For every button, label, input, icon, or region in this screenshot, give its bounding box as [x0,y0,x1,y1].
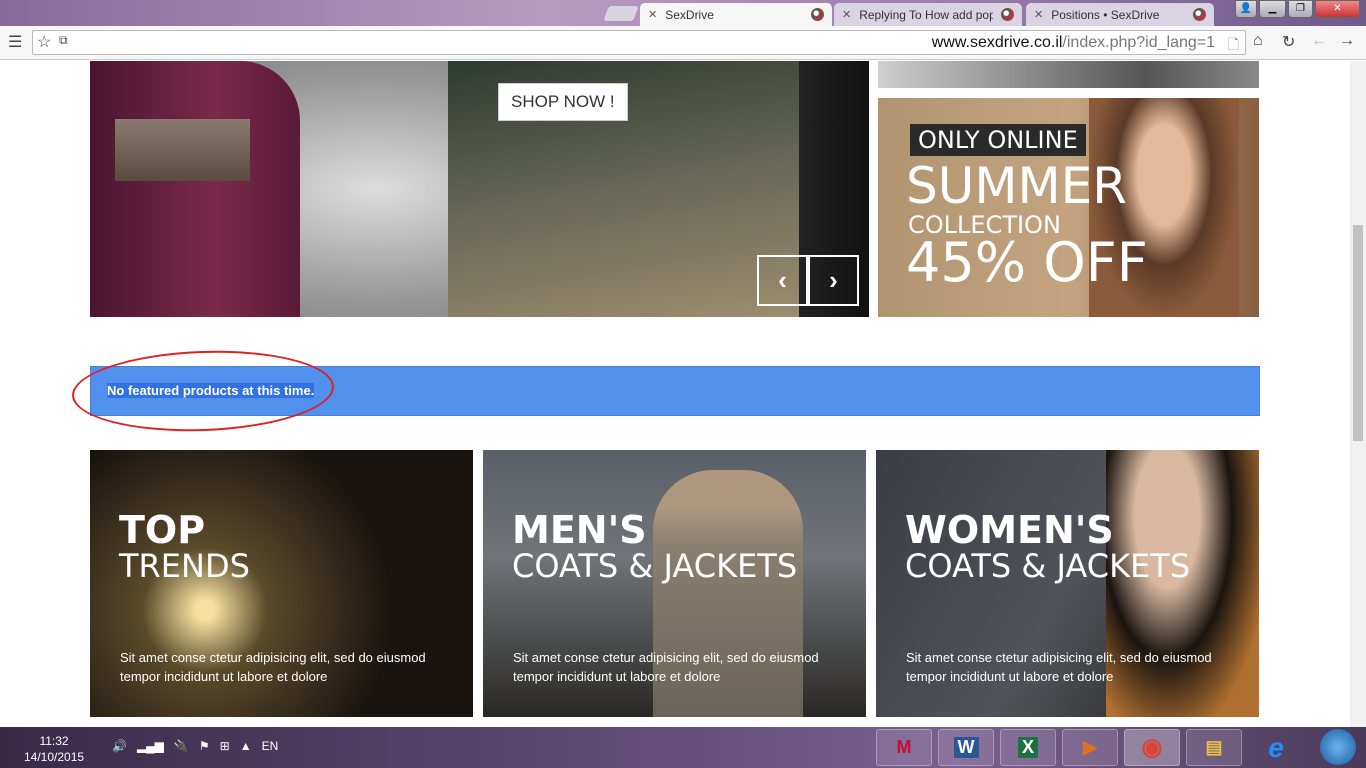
forward-icon[interactable]: → [1339,32,1355,50]
page-icon: 🗋 [1227,36,1239,52]
category-card-mens[interactable]: MEN'S COATS & JACKETS Sit amet conse cte… [483,450,866,717]
taskbar-ie[interactable]: e [1248,729,1304,766]
card-subtitle: TRENDS [119,547,250,585]
tab-title: Positions • SexDrive [1051,7,1160,22]
vertical-scrollbar[interactable] [1350,61,1366,727]
close-tab-icon[interactable]: ✕ [648,8,657,21]
excel-icon: X [1017,737,1038,758]
promo-title: SUMMER [906,157,1127,215]
power-icon[interactable]: 🔌 [174,739,189,753]
category-card-top-trends[interactable]: TOP TRENDS Sit amet conse ctetur adipisi… [90,450,473,717]
clock[interactable]: 11:32 14/10/2015 [24,733,84,765]
bookmark-star-icon[interactable]: ☆ [37,32,51,52]
tab-title: Replying To How add pop [859,7,994,22]
category-card-womens[interactable]: WOMEN'S COATS & JACKETS Sit amet conse c… [876,450,1259,717]
reload-icon[interactable]: ↻ [1282,32,1295,52]
slider-next-button[interactable]: › [808,255,859,306]
home-icon[interactable]: ⌂ [1253,32,1263,50]
folder-icon: ▤ [1205,737,1223,757]
mcafee-icon: M [896,737,912,757]
tab-positions[interactable]: ✕ Positions • SexDrive [1026,3,1214,26]
clock-date: 14/10/2015 [24,750,85,764]
promo-tag: ONLY ONLINE [910,124,1086,156]
clock-time: 11:32 [39,734,69,748]
card-title: WOMEN'S [905,508,1114,552]
favicon-icon [811,8,824,21]
language-indicator[interactable]: EN [262,739,279,753]
back-icon[interactable]: ← [1311,32,1327,50]
annotation-circle [70,346,336,436]
new-tab-button[interactable] [603,6,639,21]
menu-icon[interactable]: ☰ [8,32,22,52]
volume-icon[interactable]: 🔊 [112,739,127,753]
taskbar-explorer[interactable]: ▤ [1186,729,1242,766]
address-bar[interactable]: ☆ ⧉ www.sexdrive.co.il/index.php?id_lang… [32,30,1246,55]
close-tab-icon[interactable]: ✕ [1034,8,1043,21]
taskbar-mcafee[interactable]: M [876,729,932,766]
close-window-button[interactable]: ✕ [1315,0,1360,18]
url-path: /index.php?id_lang=1 [1062,34,1215,51]
close-tab-icon[interactable]: ✕ [842,8,851,21]
card-text: Sit amet conse ctetur adipisicing elit, … [513,650,819,684]
taskbar-chrome[interactable]: ◉ [1124,729,1180,766]
shop-now-button[interactable]: SHOP NOW ! [498,83,628,121]
translate-icon: ⧉ [59,33,68,47]
chrome-icon: ◉ [1141,734,1163,761]
taskbar-excel[interactable]: X [1000,729,1056,766]
action-center-flag-icon[interactable]: ⚑ [199,739,210,753]
tab-sexdrive[interactable]: ✕ SexDrive [640,3,832,26]
word-icon: W [953,737,979,758]
windows-update-icon[interactable]: ⊞ [220,739,230,753]
banner-top-image [878,61,1259,88]
card-text: Sit amet conse ctetur adipisicing elit, … [120,650,426,684]
scrollbar-thumb[interactable] [1353,225,1363,441]
tab-replying[interactable]: ✕ Replying To How add pop [834,3,1022,26]
minimize-button[interactable]: ▁ [1259,0,1286,18]
start-button[interactable] [1320,729,1356,765]
taskbar-word[interactable]: W [938,729,994,766]
taskbar: 11:32 14/10/2015 🔊 ▂▄▆ 🔌 ⚑ ⊞ ▲ EN M W X ▶… [0,727,1366,768]
title-bar: ✕ SexDrive ✕ Replying To How add pop ✕ Posi… [0,0,1366,26]
user-icon[interactable]: 👤 [1235,0,1257,18]
card-subtitle: COATS & JACKETS [512,547,798,585]
network-icon[interactable]: ▂▄▆ [137,739,164,753]
media-player-icon: ▶ [1083,737,1097,757]
favicon-icon [1193,8,1206,21]
card-title: MEN'S [512,508,647,552]
internet-explorer-icon: e [1268,731,1284,763]
slide-image-left [90,61,448,317]
web-page: SHOP NOW ! ‹ › ONLY ONLINE SUMMER COLLEC… [0,61,1350,727]
card-text: Sit amet conse ctetur adipisicing elit, … [906,650,1212,684]
favicon-icon [1001,8,1014,21]
card-title: TOP [119,508,206,552]
show-hidden-icons[interactable]: ▲ [240,739,252,753]
tab-title: SexDrive [665,7,714,22]
slider-prev-button[interactable]: ‹ [757,255,808,306]
browser-toolbar: ☰ ☆ ⧉ www.sexdrive.co.il/index.php?id_la… [0,26,1366,60]
url-domain: www.sexdrive.co.il [931,34,1063,51]
taskbar-media[interactable]: ▶ [1062,729,1118,766]
maximize-button[interactable]: ❐ [1288,0,1313,18]
card-subtitle: COATS & JACKETS [905,547,1191,585]
promo-discount: 45% OFF [906,231,1148,294]
